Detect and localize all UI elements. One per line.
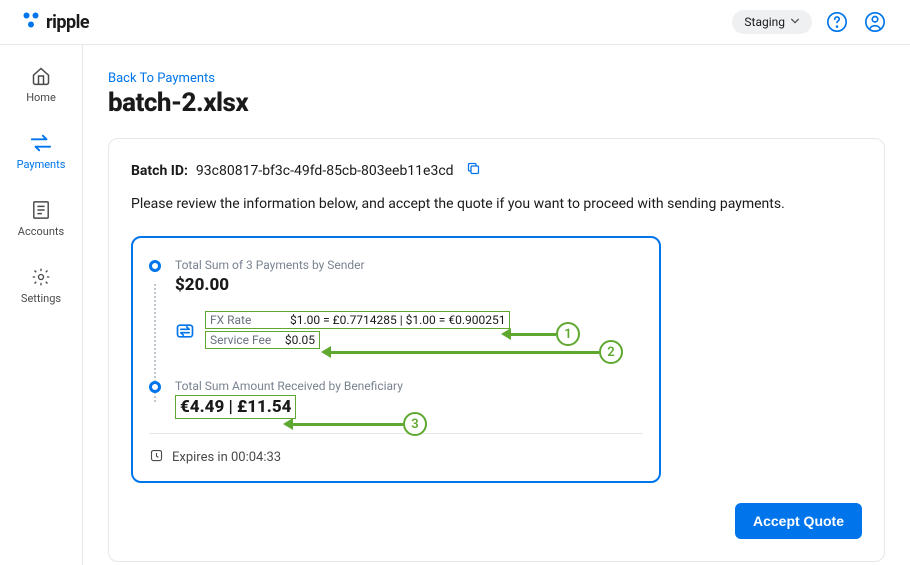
sender-sum-amount: $20.00 — [175, 275, 643, 295]
gear-icon — [30, 266, 52, 288]
sidebar-item-home[interactable]: Home — [26, 65, 56, 104]
brand-name: ripple — [46, 12, 89, 33]
sidebar-item-label: Home — [26, 91, 56, 104]
sidebar: Home Payments Accounts Settings — [0, 45, 83, 565]
timeline-dot-icon — [149, 260, 161, 272]
sidebar-item-accounts[interactable]: Accounts — [18, 199, 64, 238]
fx-rate-row: FX Rate $1.00 = £0.7714285 | $1.00 = €0.… — [205, 311, 510, 329]
page-title: batch-2.xlsx — [108, 88, 885, 118]
quote-summary-box: Total Sum of 3 Payments by Sender $20.00… — [131, 236, 661, 483]
service-fee-label: Service Fee — [210, 333, 277, 347]
ripple-icon — [22, 11, 40, 33]
copy-batch-id-button[interactable] — [466, 161, 481, 180]
accept-quote-button[interactable]: Accept Quote — [735, 503, 862, 539]
beneficiary-sum-amount: €4.49 | £11.54 — [175, 395, 296, 419]
batch-id-label: Batch ID: — [131, 163, 188, 179]
exchange-icon — [175, 321, 195, 341]
transfer-icon — [30, 132, 52, 154]
service-fee-value: $0.05 — [285, 333, 315, 347]
service-fee-row: Service Fee $0.05 — [205, 331, 320, 349]
fx-rate-value: $1.00 = £0.7714285 | $1.00 = €0.900251 — [290, 313, 505, 327]
batch-card: Batch ID: 93c80817-bf3c-49fd-85cb-803eeb… — [108, 138, 885, 562]
environment-selector[interactable]: Staging — [732, 10, 812, 34]
sidebar-item-label: Accounts — [18, 225, 64, 238]
app-header: ripple Staging — [0, 0, 910, 45]
sidebar-item-settings[interactable]: Settings — [21, 266, 61, 305]
sidebar-item-label: Payments — [17, 158, 66, 171]
profile-button[interactable] — [862, 9, 888, 35]
brand-logo: ripple — [22, 11, 89, 33]
expiry-text: Expires in 00:04:33 — [172, 450, 281, 465]
accounts-icon — [30, 199, 52, 221]
back-to-payments-link[interactable]: Back To Payments — [108, 71, 215, 86]
annotation-3: 3 — [283, 412, 427, 436]
chevron-down-icon — [790, 15, 800, 29]
help-button[interactable] — [824, 9, 850, 35]
main-content: Back To Payments batch-2.xlsx Batch ID: … — [83, 45, 910, 565]
instruction-text: Please review the information below, and… — [131, 196, 862, 212]
sidebar-item-payments[interactable]: Payments — [17, 132, 66, 171]
environment-label: Staging — [744, 15, 785, 29]
home-icon — [30, 65, 52, 87]
fx-rate-label: FX Rate — [210, 313, 282, 327]
beneficiary-sum-label: Total Sum Amount Received by Beneficiary — [175, 379, 643, 393]
batch-id-value: 93c80817-bf3c-49fd-85cb-803eeb11e3cd — [196, 163, 454, 179]
sender-sum-label: Total Sum of 3 Payments by Sender — [175, 258, 643, 272]
annotation-2: 2 — [321, 340, 623, 364]
timeline-dot-icon — [149, 381, 161, 393]
sidebar-item-label: Settings — [21, 292, 61, 305]
clock-icon — [149, 448, 164, 467]
